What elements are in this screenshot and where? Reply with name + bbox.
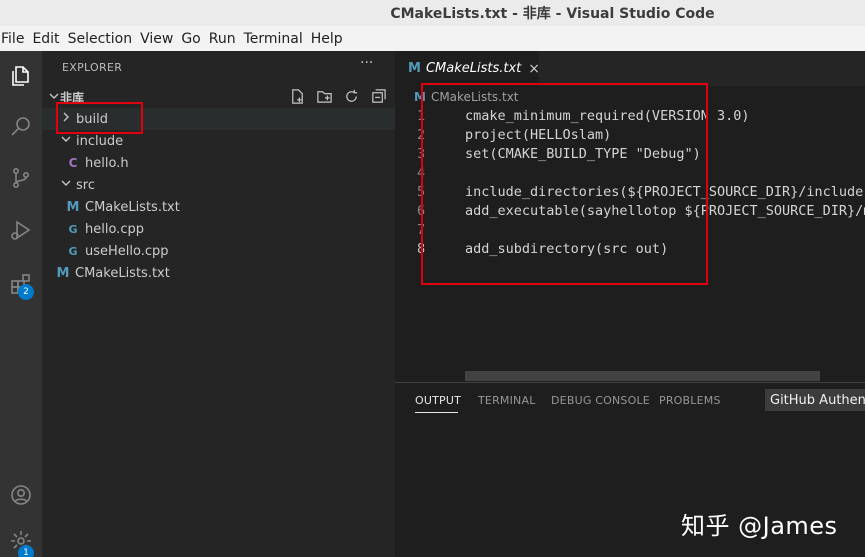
tree-item-label: src: [76, 177, 95, 193]
tree-item-usehello-cpp[interactable]: G useHello.cpp: [42, 240, 395, 262]
tree-item-label: include: [76, 133, 124, 149]
settings-badge: 1: [18, 545, 34, 557]
tree-item-label: useHello.cpp: [85, 243, 169, 259]
explorer-icon[interactable]: [6, 61, 36, 91]
chevron-down-icon: [60, 133, 76, 149]
menu-view[interactable]: View: [140, 31, 181, 47]
cpp-file-icon: G: [68, 222, 78, 236]
output-channel-select[interactable]: GitHub Authentication: [765, 389, 865, 411]
menu-edit[interactable]: Edit: [32, 31, 67, 47]
cmake-file-icon: M: [56, 265, 70, 281]
explorer-header: EXPLORER: [62, 61, 123, 74]
watermark: 知乎 @James: [681, 512, 838, 540]
menu-go[interactable]: Go: [181, 31, 208, 47]
tab-terminal[interactable]: TERMINAL: [478, 394, 536, 407]
explorer-more-actions-icon[interactable]: ···: [360, 55, 373, 71]
cmake-file-icon: M: [66, 199, 80, 215]
close-icon[interactable]: ×: [528, 61, 540, 77]
chevron-down-icon: [60, 177, 76, 193]
tab-problems[interactable]: PROBLEMS: [659, 394, 721, 407]
new-folder-icon[interactable]: [316, 88, 333, 105]
tree-item-label: hello.cpp: [85, 221, 144, 237]
horizontal-scrollbar[interactable]: [465, 371, 820, 381]
c-file-icon: C: [68, 156, 78, 170]
tree-item-src-cmakelists[interactable]: M CMakeLists.txt: [42, 196, 395, 218]
menu-terminal[interactable]: Terminal: [244, 31, 311, 47]
tab-output[interactable]: OUTPUT: [415, 394, 461, 407]
run-debug-icon[interactable]: [6, 215, 36, 245]
menu-help[interactable]: Help: [311, 31, 351, 47]
editor-tab-bar: M CMakeLists.txt ×: [395, 51, 865, 86]
tree-item-src[interactable]: src: [42, 174, 395, 196]
cmake-file-icon: M: [408, 61, 421, 76]
search-icon[interactable]: [6, 111, 36, 141]
source-control-icon[interactable]: [6, 163, 36, 193]
menu-run[interactable]: Run: [209, 31, 244, 47]
tree-item-root-cmakelists[interactable]: M CMakeLists.txt: [42, 262, 395, 284]
extensions-badge: 2: [18, 284, 34, 300]
tree-item-label: hello.h: [85, 155, 129, 171]
collapse-all-icon[interactable]: [370, 88, 387, 105]
folder-actions: [289, 88, 387, 105]
account-icon[interactable]: [6, 480, 36, 510]
tab-debug-console[interactable]: DEBUG CONSOLE: [551, 394, 650, 407]
tree-item-hello-cpp[interactable]: G hello.cpp: [42, 218, 395, 240]
menu-file[interactable]: File: [0, 31, 32, 47]
menu-selection[interactable]: Selection: [68, 31, 141, 47]
window-title: CMakeLists.txt - 非库 - Visual Studio Code: [390, 6, 715, 22]
tab-label: CMakeLists.txt: [425, 61, 522, 76]
tree-item-hello-h[interactable]: C hello.h: [42, 152, 395, 174]
activity-bar: 2 1: [0, 51, 42, 557]
tree-item-label: CMakeLists.txt: [85, 199, 180, 215]
highlight-box-code: [421, 83, 708, 285]
title-bar: CMakeLists.txt - 非库 - Visual Studio Code: [0, 0, 865, 26]
highlight-box-build: [56, 102, 143, 134]
refresh-icon[interactable]: [343, 88, 360, 105]
cpp-file-icon: G: [68, 244, 78, 258]
tree-item-label: CMakeLists.txt: [75, 265, 170, 281]
new-file-icon[interactable]: [289, 88, 306, 105]
active-tab-indicator: [415, 412, 458, 413]
tab-cmakelists[interactable]: M CMakeLists.txt ×: [395, 51, 540, 86]
menu-bar: File Edit Selection View Go Run Terminal…: [0, 26, 865, 51]
